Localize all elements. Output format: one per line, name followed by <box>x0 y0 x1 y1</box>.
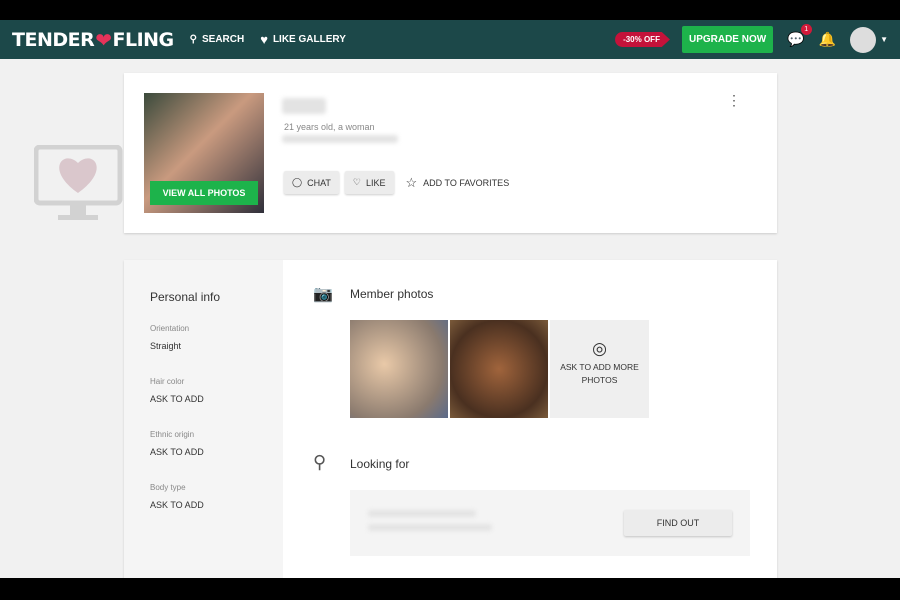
personal-info-title: Personal info <box>150 290 221 304</box>
field-orientation: Orientation Straight <box>150 324 190 351</box>
camera-outline-icon: ◎ <box>592 339 607 358</box>
page: TENDER ❤ FLING ⚲ SEARCH ♥ LIKE GALLERY -30% … <box>0 20 900 578</box>
discount-badge: -30% OFF <box>615 32 670 47</box>
field-ethnic-origin: Ethnic origin ASK TO ADD <box>150 430 204 457</box>
profile-card: VIEW ALL PHOTOS 21 years old, a woman ⋮ … <box>124 73 777 233</box>
personal-info-panel: Personal info Orientation Straight Hair c… <box>124 260 283 578</box>
chat-bubble-icon: ◯ <box>292 177 303 187</box>
find-out-button[interactable]: FIND OUT <box>624 510 732 536</box>
bell-icon[interactable]: 🔔 <box>819 31 836 48</box>
search-icon: ⚲ <box>189 34 197 45</box>
watermark-monitor-icon <box>34 145 123 220</box>
like-button[interactable]: ♡ LIKE <box>344 171 394 194</box>
member-photo[interactable] <box>350 320 448 418</box>
nav-like-gallery[interactable]: ♥ LIKE GALLERY <box>260 32 346 47</box>
logo[interactable]: TENDER ❤ FLING <box>12 28 174 52</box>
chevron-down-icon[interactable]: ▼ <box>880 35 888 44</box>
top-nav: TENDER ❤ FLING ⚲ SEARCH ♥ LIKE GALLERY -30% … <box>0 20 900 59</box>
profile-location <box>282 135 398 143</box>
profile-photo[interactable]: VIEW ALL PHOTOS <box>144 93 264 213</box>
ask-more-photos-button[interactable]: ◎ ASK TO ADD MORE PHOTOS <box>550 320 649 418</box>
heart-logo-icon: ❤ <box>95 27 112 52</box>
blurred-looking-for-text <box>368 524 492 531</box>
camera-icon: 📷 <box>313 286 333 303</box>
field-body-type: Body type ASK TO ADD <box>150 483 204 510</box>
messages-button[interactable]: 💬 1 <box>787 24 812 48</box>
heart-outline-icon: ♡ <box>352 177 361 187</box>
heart-icon: ♥ <box>260 32 268 47</box>
member-photo[interactable] <box>450 320 548 418</box>
blurred-looking-for-text <box>368 510 476 517</box>
search-icon: ⚲ <box>313 452 327 472</box>
add-to-favorites-button[interactable]: ☆ ADD TO FAVORITES <box>406 175 510 191</box>
profile-name <box>282 98 326 114</box>
looking-for-title: Looking for <box>350 457 410 471</box>
nav-search[interactable]: ⚲ SEARCH <box>190 34 245 45</box>
looking-for-box: FIND OUT <box>350 490 750 556</box>
avatar[interactable] <box>850 26 877 53</box>
chat-button[interactable]: ◯ CHAT <box>284 171 339 194</box>
more-options-icon[interactable]: ⋮ <box>727 93 741 107</box>
star-icon: ☆ <box>405 174 418 190</box>
view-all-photos-button[interactable]: VIEW ALL PHOTOS <box>150 181 258 205</box>
details-card: Personal info Orientation Straight Hair c… <box>124 260 777 578</box>
messages-badge: 1 <box>800 24 812 35</box>
member-photos-title: Member photos <box>350 287 434 301</box>
profile-age-gender: 21 years old, a woman <box>284 122 375 132</box>
field-hair-color: Hair color ASK TO ADD <box>150 377 204 404</box>
upgrade-now-button[interactable]: UPGRADE NOW <box>681 26 774 53</box>
